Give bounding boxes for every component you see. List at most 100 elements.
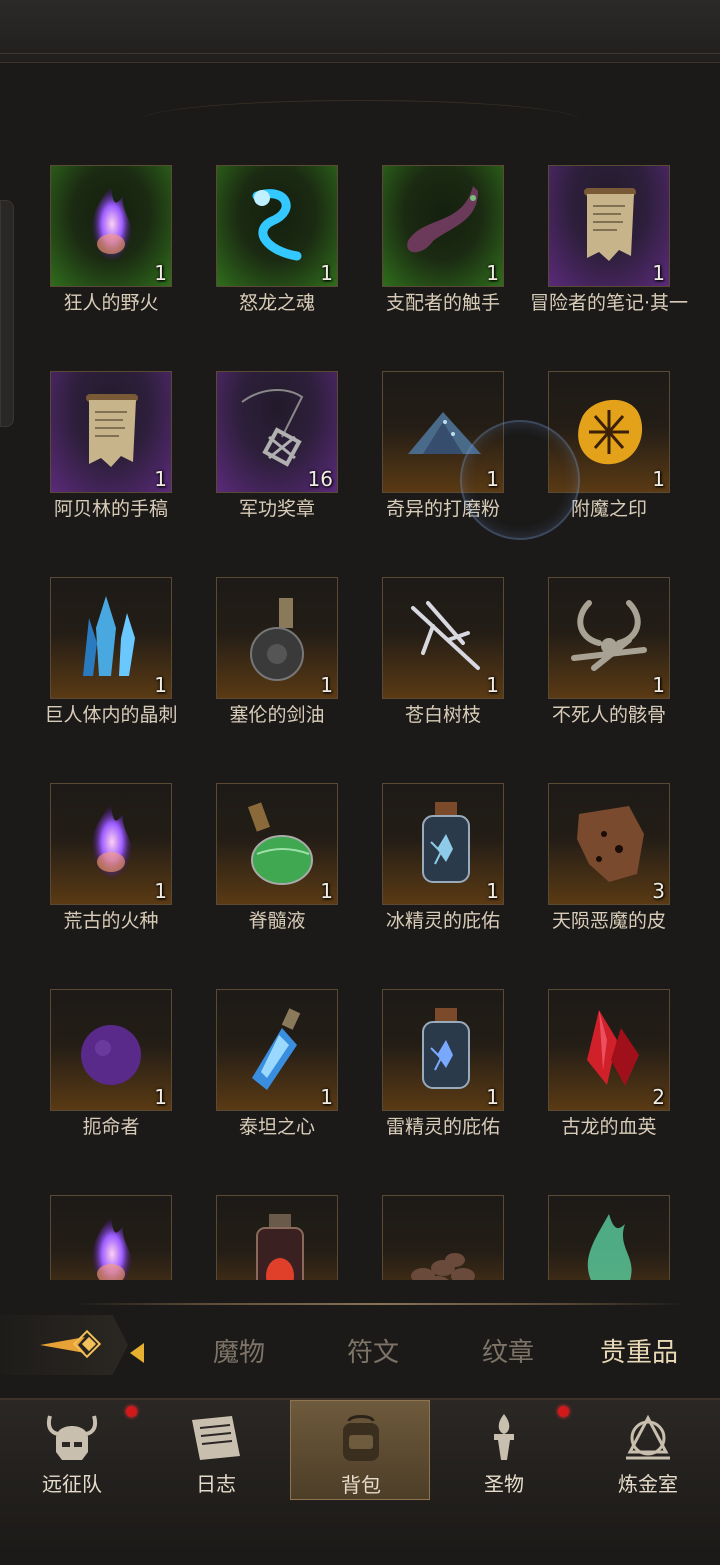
item-name: 阿贝林的手稿 — [53, 498, 168, 520]
crystal-shard-icon — [51, 578, 171, 698]
inventory-item[interactable]: 2 古龙的血英 — [534, 989, 684, 1159]
notification-badge — [126, 1406, 137, 1417]
alchemy-icon — [618, 1412, 678, 1464]
item-count: 1 — [154, 467, 167, 491]
viking-helmet-icon — [42, 1412, 102, 1464]
inventory-item[interactable]: 1 脊髓液 — [202, 783, 352, 953]
top-header-bar — [0, 0, 720, 63]
item-slot[interactable]: 1 — [382, 165, 504, 287]
item-count: 3 — [652, 879, 665, 903]
inventory-item[interactable]: 1 不死人的骸骨 — [534, 577, 684, 747]
item-slot[interactable]: 1 — [216, 577, 338, 699]
inventory-item[interactable] — [534, 1195, 684, 1280]
scroll-icon — [549, 166, 669, 286]
tab-1[interactable]: 符文 — [347, 1332, 399, 1369]
inventory-item[interactable]: 1 荒古的火种 — [36, 783, 186, 953]
item-name: 冰精灵的庇佑 — [385, 910, 500, 932]
item-slot[interactable]: 1 — [216, 165, 338, 287]
item-slot[interactable] — [50, 1195, 172, 1280]
item-name: 军功奖章 — [238, 498, 315, 520]
item-slot[interactable]: 1 — [50, 783, 172, 905]
inventory-item[interactable]: 1 冰精灵的庇佑 — [368, 783, 518, 953]
item-name: 天陨恶魔的皮 — [551, 910, 666, 932]
inventory-item[interactable]: 1 塞伦的剑油 — [202, 577, 352, 747]
inventory-item[interactable]: 1 巨人体内的晶刺 — [36, 577, 186, 747]
inventory-item[interactable] — [36, 1195, 186, 1280]
tentacle-icon — [383, 166, 503, 286]
inventory-item[interactable]: 1 冒险者的笔记·其一 — [530, 165, 688, 335]
nav-item-3[interactable]: 圣物 — [434, 1400, 574, 1500]
oil-flask-icon — [217, 578, 337, 698]
inventory-item[interactable]: 1 苍白树枝 — [368, 577, 518, 747]
item-count: 1 — [486, 673, 499, 697]
item-count: 16 — [307, 467, 333, 491]
inventory-item[interactable]: 1 支配者的触手 — [368, 165, 518, 335]
item-name: 不死人的骸骨 — [551, 704, 666, 726]
tab-0[interactable]: 魔物 — [213, 1332, 265, 1369]
side-drawer-handle[interactable] — [0, 200, 14, 427]
item-slot[interactable]: 1 — [548, 577, 670, 699]
item-name: 古龙的血英 — [561, 1116, 657, 1138]
green-flame-icon — [549, 1196, 669, 1280]
item-count: 1 — [154, 673, 167, 697]
item-slot[interactable]: 16 — [216, 371, 338, 493]
item-name: 苍白树枝 — [404, 704, 481, 726]
item-slot[interactable]: 1 — [50, 989, 172, 1111]
notification-badge — [558, 1406, 569, 1417]
demon-hide-icon — [549, 784, 669, 904]
item-slot[interactable]: 1 — [548, 165, 670, 287]
item-name: 荒古的火种 — [63, 910, 159, 932]
inventory-item[interactable]: 3 天陨恶魔的皮 — [534, 783, 684, 953]
item-slot[interactable]: 1 — [382, 577, 504, 699]
nav-label: 圣物 — [484, 1472, 524, 1496]
item-count: 1 — [486, 1085, 499, 1109]
item-count: 1 — [652, 673, 665, 697]
item-slot[interactable]: 1 — [50, 165, 172, 287]
nav-item-2[interactable]: 背包 — [290, 1400, 430, 1500]
inventory-item[interactable]: 1 怒龙之魂 — [202, 165, 352, 335]
item-slot[interactable]: 1 — [382, 989, 504, 1111]
inventory-item[interactable]: 16 军功奖章 — [202, 371, 352, 541]
inventory-item[interactable]: 1 扼命者 — [36, 989, 186, 1159]
nav-label: 日志 — [196, 1472, 236, 1496]
item-slot[interactable]: 2 — [548, 989, 670, 1111]
inventory-item[interactable]: 1 狂人的野火 — [36, 165, 186, 335]
tab-2[interactable]: 纹章 — [482, 1332, 534, 1369]
item-slot[interactable]: 1 — [382, 783, 504, 905]
inventory-item[interactable] — [368, 1195, 518, 1280]
ice-jar-icon — [383, 784, 503, 904]
item-count: 1 — [320, 673, 333, 697]
item-count: 1 — [652, 261, 665, 285]
item-slot[interactable]: 3 — [548, 783, 670, 905]
item-name: 扼命者 — [82, 1116, 140, 1138]
backpack-icon — [331, 1413, 391, 1465]
item-count: 1 — [320, 261, 333, 285]
coal-pile-icon — [383, 1196, 503, 1280]
item-name: 冒险者的笔记·其一 — [529, 292, 689, 314]
inventory-grid: 1 狂人的野火 1 怒龙之魂 1 支配者的触手 1 冒险者的笔记·其一 1 阿贝林的手稿 16 军功奖… — [36, 165, 696, 1280]
item-slot[interactable]: 1 — [50, 371, 172, 493]
item-count: 1 — [320, 879, 333, 903]
inventory-item[interactable]: 1 泰坦之心 — [202, 989, 352, 1159]
nav-item-0[interactable]: 远征队 — [2, 1400, 142, 1500]
nav-item-1[interactable]: 日志 — [146, 1400, 286, 1500]
inventory-item[interactable]: 1 雷精灵的庇佑 — [368, 989, 518, 1159]
inventory-item[interactable] — [202, 1195, 352, 1280]
bottom-navigation: 远征队 日志 背包 圣物 炼金室 — [0, 1398, 720, 1565]
tab-3[interactable]: 贵重品 — [600, 1332, 678, 1369]
item-slot[interactable]: 1 — [50, 577, 172, 699]
purple-fire-icon — [51, 784, 171, 904]
item-name: 塞伦的剑油 — [229, 704, 325, 726]
item-count: 1 — [320, 1085, 333, 1109]
item-count: 1 — [486, 261, 499, 285]
item-slot[interactable]: 1 — [216, 989, 338, 1111]
category-back-button[interactable] — [0, 1315, 128, 1375]
nav-item-4[interactable]: 炼金室 — [578, 1400, 718, 1500]
item-slot[interactable] — [382, 1195, 504, 1280]
chevron-left-icon[interactable] — [130, 1343, 144, 1363]
item-slot[interactable] — [216, 1195, 338, 1280]
inventory-item[interactable]: 1 阿贝林的手稿 — [36, 371, 186, 541]
item-slot[interactable]: 1 — [216, 783, 338, 905]
item-slot[interactable] — [548, 1195, 670, 1280]
item-name: 脊髓液 — [248, 910, 306, 932]
